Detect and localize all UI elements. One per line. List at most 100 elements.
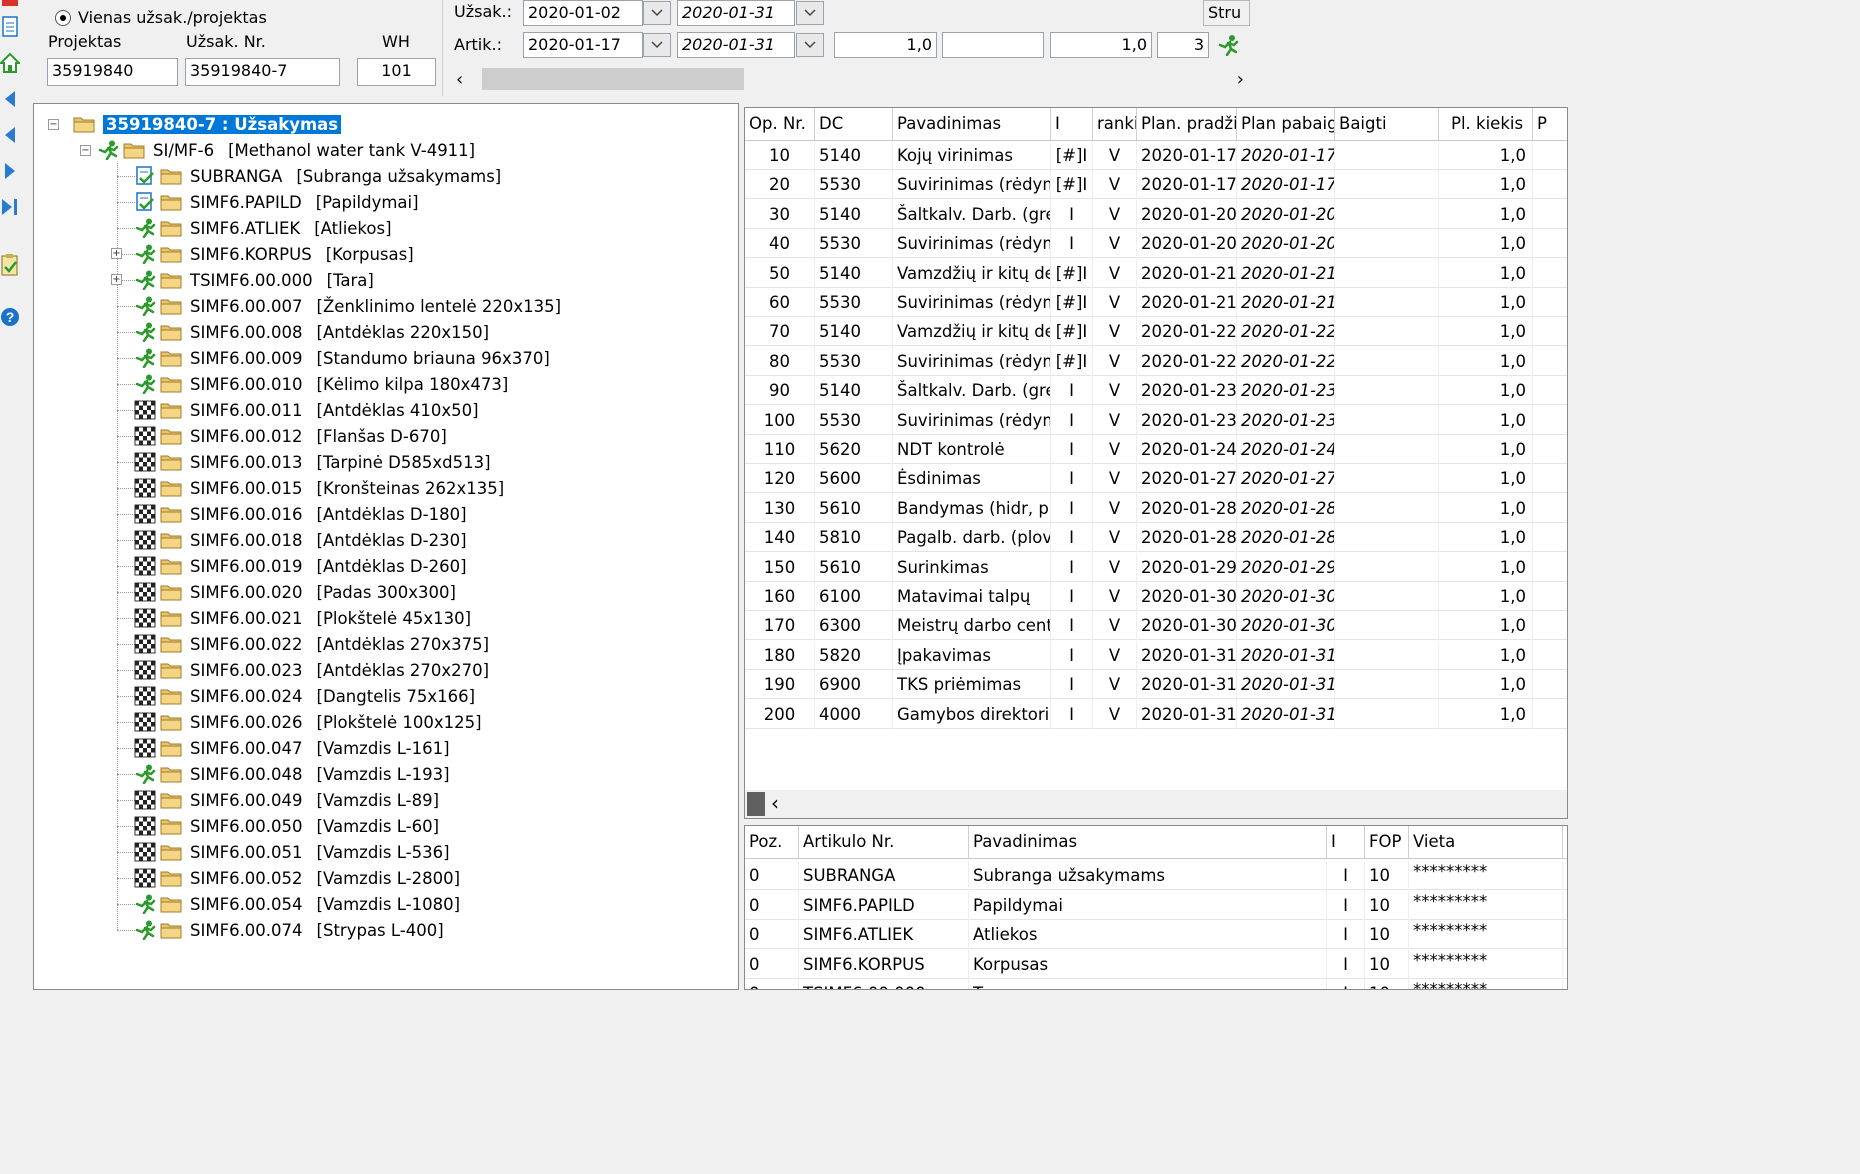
tree-node[interactable]: SIMF6.00.020 [Padas 300x300] xyxy=(134,579,456,605)
document-icon[interactable] xyxy=(0,16,20,38)
ops-horizontal-scrollbar[interactable]: ‹ xyxy=(745,790,1567,818)
quantity-field-4[interactable]: 3 xyxy=(1157,32,1209,58)
scroll-thumb[interactable] xyxy=(482,68,744,90)
column-header[interactable]: Pavadinimas xyxy=(893,108,1051,140)
tree-node[interactable]: SIMF6.00.012 [Flanšas D-670] xyxy=(134,423,447,449)
runner-icon[interactable] xyxy=(1216,34,1240,57)
tree-node[interactable]: SIMF6.00.052 [Vamzdis L-2800] xyxy=(134,865,460,891)
tree-node[interactable]: SIMF6.00.007 [Ženklinimo lentelė 220x135] xyxy=(134,293,561,319)
table-row[interactable]: 120 5600 Ėsdinimas I V 2020-01-27 2020-01-27 1,… xyxy=(745,464,1567,494)
expand-icon[interactable]: + xyxy=(111,274,122,285)
tree-node[interactable]: SIMF6.00.049 [Vamzdis L-89] xyxy=(134,787,439,813)
column-header[interactable]: P xyxy=(1533,108,1567,140)
tree-node[interactable]: SIMF6.00.074 [Strypas L-400] xyxy=(134,917,444,943)
tree-node[interactable]: SIMF6.00.009 [Standumo briauna 96x370] xyxy=(134,345,550,371)
column-header[interactable]: Op. Nr. xyxy=(745,108,815,140)
tree-node[interactable]: SIMF6.00.051 [Vamzdis L-536] xyxy=(134,839,450,865)
tree-node[interactable]: SIMF6.00.008 [Antdėklas 220x150] xyxy=(134,319,489,345)
tree-node[interactable]: SIMF6.00.023 [Antdėklas 270x270] xyxy=(134,657,489,683)
column-header[interactable]: Poz. xyxy=(745,826,799,858)
tree-node[interactable]: SIMF6.00.048 [Vamzdis L-193] xyxy=(134,761,450,787)
tree-node-level1[interactable]: − SI/MF-6 [Methanol water tank V-4911] xyxy=(80,137,475,163)
table-row[interactable]: 110 5620 NDT kontrolė I V 2020-01-24 2020-01-2… xyxy=(745,435,1567,464)
tree-node[interactable]: SIMF6.00.024 [Dangtelis 75x166] xyxy=(134,683,475,709)
table-row[interactable]: 2004000Gamybos direktoriusIV2020-01-3120… xyxy=(745,699,1567,729)
chevron-right-icon[interactable]: › xyxy=(1237,69,1244,90)
tree-root-node[interactable]: − 35919840-7 : Užsakymas xyxy=(48,111,342,137)
table-row[interactable]: 160 6100 Matavimai talpų I V 2020-01-30 2020-0… xyxy=(745,582,1567,611)
close-icon[interactable] xyxy=(0,0,20,10)
quantity-field-1[interactable]: 1,0 xyxy=(834,32,937,58)
chevron-down-icon[interactable] xyxy=(643,33,671,57)
column-header[interactable]: Pl. kiekis xyxy=(1439,108,1533,140)
table-row[interactable]: 170 6300 Meistrų darbo centr: I V 2020-01-30 2… xyxy=(745,611,1567,641)
tree-node[interactable]: SIMF6.ATLIEK [Atliekos] xyxy=(134,215,392,241)
chevron-down-icon[interactable] xyxy=(796,33,824,57)
quantity-field-3[interactable]: 1,0 xyxy=(1050,32,1152,58)
back-icon[interactable] xyxy=(0,124,20,146)
artik-date-from[interactable]: 2020-01-17 xyxy=(523,32,643,58)
column-header[interactable]: FOP xyxy=(1365,826,1409,858)
chevron-down-icon[interactable] xyxy=(796,1,824,25)
parts-grid[interactable]: Poz. Artikulo Nr. Pavadinimas I FOP Vieta 0 SU… xyxy=(744,825,1568,990)
clipboard-check-icon[interactable] xyxy=(0,254,20,276)
top-horizontal-scrollbar[interactable]: ‹ › xyxy=(452,66,1252,92)
collapse-icon[interactable]: − xyxy=(48,118,59,130)
operations-grid[interactable]: Op. Nr.DCPavadinimasIrankiaPlan. pradžia… xyxy=(744,107,1568,819)
uzsak-date-to[interactable]: 2020-01-31 xyxy=(677,0,795,26)
table-row[interactable]: 1005530Suvirinimas (rėdymaIV2020-01-2320… xyxy=(745,405,1567,435)
column-header[interactable]: rankia xyxy=(1093,108,1137,140)
column-header[interactable]: I xyxy=(1327,826,1365,858)
tree-node[interactable]: SIMF6.00.021 [Plokštelė 45x130] xyxy=(134,605,471,631)
wh-input[interactable]: 101 xyxy=(357,58,436,86)
tree-node[interactable]: SIMF6.00.022 [Antdėklas 270x375] xyxy=(134,631,489,657)
chevron-down-icon[interactable] xyxy=(643,1,671,25)
table-row[interactable]: 605530Suvirinimas (rėdyma[#]IV2020-01-21… xyxy=(745,288,1567,317)
chevron-left-icon[interactable]: ‹ xyxy=(456,69,463,90)
table-row[interactable]: 205530Suvirinimas (rėdyma[#]IV2020-01-17… xyxy=(745,170,1567,200)
column-header[interactable]: Artikulo Nr. xyxy=(799,826,969,858)
tree-node[interactable]: SIMF6.PAPILD [Papildymai] xyxy=(134,189,419,215)
column-header[interactable]: DC xyxy=(815,108,893,140)
tree-node[interactable]: SIMF6.00.054 [Vamzdis L-1080] xyxy=(134,891,460,917)
artik-date-to[interactable]: 2020-01-31 xyxy=(677,32,795,58)
table-row[interactable]: 190 6900 TKS priėmimas I V 2020-01-31 2020-01-… xyxy=(745,670,1567,700)
table-row[interactable]: 705140Vamzdžių ir kitų deta[#]IV2020-01-… xyxy=(745,317,1567,347)
column-header[interactable]: Vieta xyxy=(1409,826,1563,858)
table-row[interactable]: 30 5140 Šaltkalv. Darb. (gre: I V 2020-01-20 2… xyxy=(745,199,1567,229)
tree-node[interactable]: SIMF6.00.016 [Antdėklas D-180] xyxy=(134,501,467,527)
table-row[interactable]: 150 5610 Surinkimas I V 2020-01-29 2020-01-29 1… xyxy=(745,552,1567,582)
home-icon[interactable] xyxy=(0,52,20,74)
table-row[interactable]: 505140Vamzdžių ir kitų deta[#]IV2020-01-… xyxy=(745,258,1567,288)
tree-node[interactable]: SIMF6.KORPUS [Korpusas] xyxy=(134,241,414,267)
column-header[interactable]: Plan. pradžia xyxy=(1137,108,1237,140)
table-row[interactable]: 805530Suvirinimas (rėdyma[#]IV2020-01-22… xyxy=(745,346,1567,376)
table-row[interactable]: 180 5820 Įpakavimas I V 2020-01-31 2020-01-31 1… xyxy=(745,640,1567,670)
table-row[interactable]: 90 5140 Šaltkalv. Darb. (gre: I V 2020-01-23 2… xyxy=(745,376,1567,406)
table-row[interactable]: 0 SIMF6.ATLIEK Atliekos I 10 ********* xyxy=(745,920,1567,949)
table-row[interactable]: 0 SIMF6.KORPUS Korpusas I 10 ********* xyxy=(745,949,1567,979)
uzsak-date-from[interactable]: 2020-01-02 xyxy=(523,0,643,26)
tree-node[interactable]: SIMF6.00.047 [Vamzdis L-161] xyxy=(134,735,450,761)
single-order-radio[interactable] xyxy=(55,10,71,26)
column-header[interactable]: I xyxy=(1051,108,1093,140)
forward-icon[interactable] xyxy=(0,160,20,182)
chevron-left-icon[interactable]: ‹ xyxy=(771,791,779,815)
column-header[interactable]: Pavadinimas xyxy=(969,826,1327,858)
table-row[interactable]: 0TSIMF6.00.000TaraI10********* xyxy=(745,979,1567,989)
expand-icon[interactable]: + xyxy=(111,248,122,259)
tree-node[interactable]: SIMF6.00.026 [Plokštelė 100x125] xyxy=(134,709,482,735)
help-icon[interactable]: ? xyxy=(0,306,20,328)
prev-icon[interactable] xyxy=(0,88,20,110)
tree-node[interactable]: SUBRANGA [Subranga užsakymams] xyxy=(134,163,501,189)
tree-node[interactable]: SIMF6.00.013 [Tarpinė D585xd513] xyxy=(134,449,491,475)
tree-node[interactable]: SIMF6.00.011 [Antdėklas 410x50] xyxy=(134,397,479,423)
tree-node[interactable]: SIMF6.00.015 [Kronšteinas 262x135] xyxy=(134,475,504,501)
table-row[interactable]: 1305610Bandymas (hidr, pneIV2020-01-2820… xyxy=(745,493,1567,523)
tree-node[interactable]: SIMF6.00.019 [Antdėklas D-260] xyxy=(134,553,467,579)
collapse-icon[interactable]: − xyxy=(80,144,91,156)
tree-node[interactable]: SIMF6.00.018 [Antdėklas D-230] xyxy=(134,527,467,553)
table-row[interactable]: 10 5140 Kojų virinimas [#]I V 2020-01-17 2020-… xyxy=(745,141,1567,170)
table-row[interactable]: 405530Suvirinimas (rėdymaIV2020-01-20202… xyxy=(745,229,1567,259)
tree-node[interactable]: TSIMF6.00.000 [Tara] xyxy=(134,267,374,293)
